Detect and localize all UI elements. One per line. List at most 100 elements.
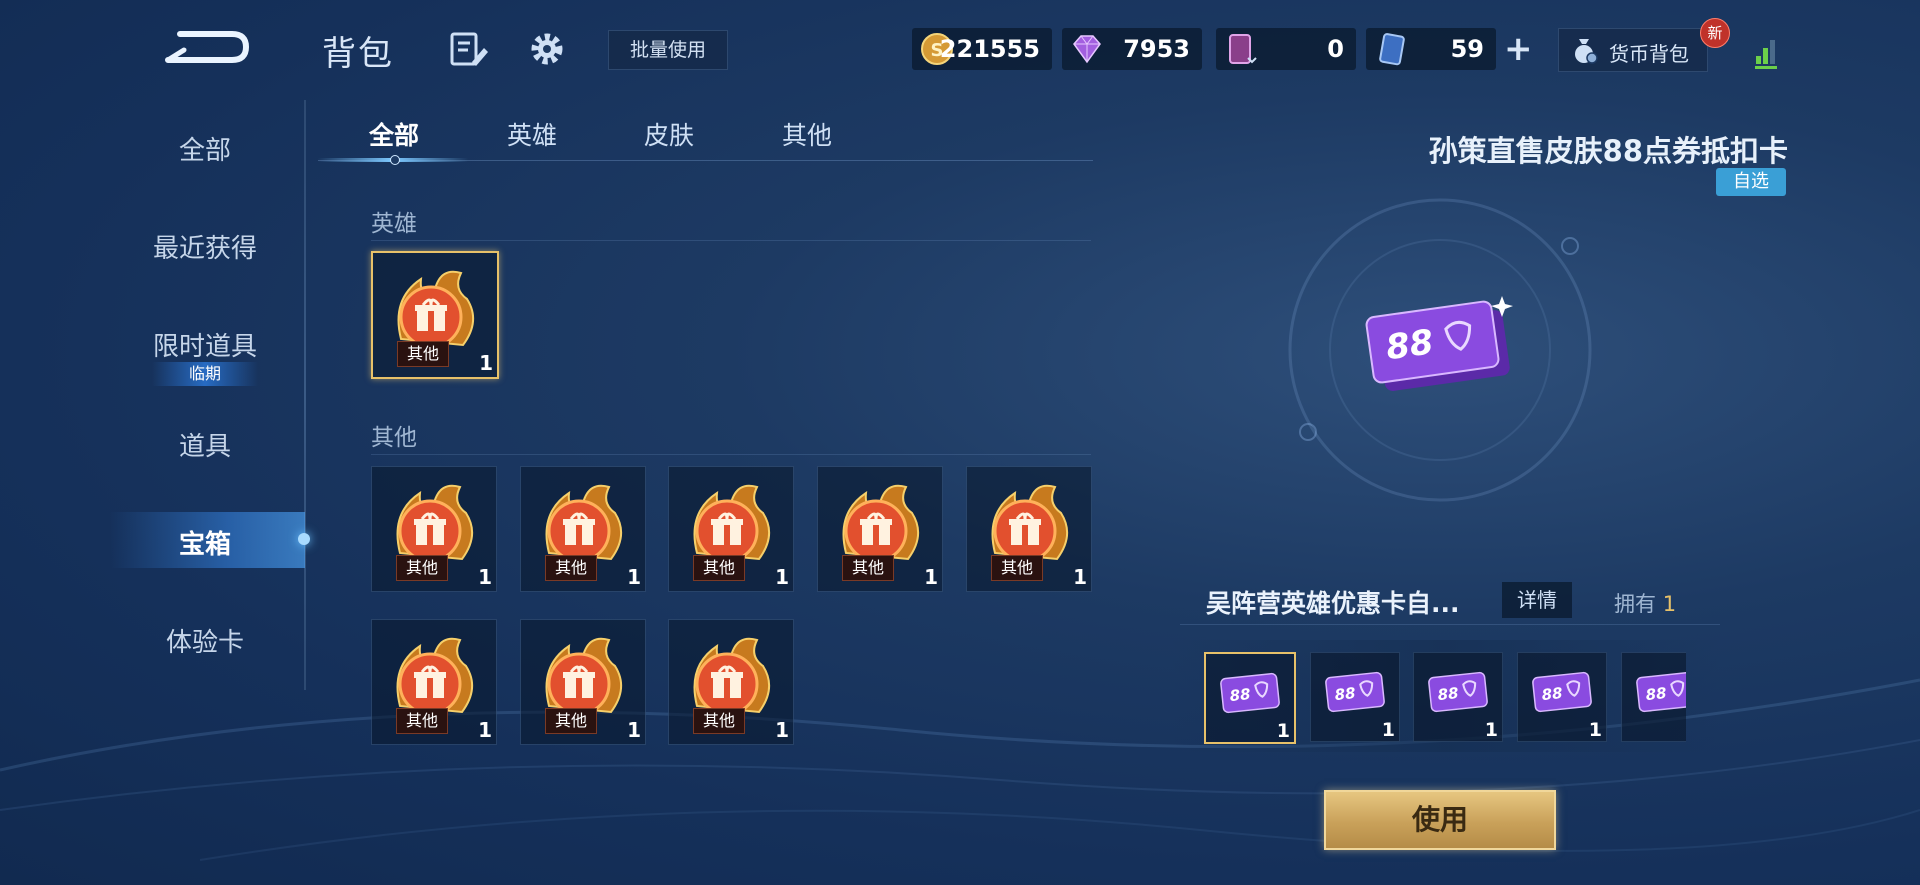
purple-card-amount: 0 [1327,35,1344,63]
voucher-count: 1 [1484,719,1498,741]
money-bag-icon [1575,39,1598,64]
purple-card-currency: 0 [1216,28,1356,70]
voucher-count: 1 [1276,720,1290,742]
gold-amount: 221555 [939,35,1040,63]
back-button[interactable] [160,22,256,72]
voucher-icon: 88 [1325,671,1385,713]
item-slot[interactable]: 其他 1 [371,619,497,745]
sidebar-divider [304,100,306,690]
gold-currency: S 221555 [912,28,1052,70]
voucher-icon: 88 [1636,671,1686,713]
self-select-tag: 自选 [1716,168,1786,196]
page-title: 背包 [322,34,394,74]
gear-icon [531,33,563,65]
blue-card-amount: 59 [1450,35,1484,63]
voucher-slot[interactable]: 88 1 [1204,652,1296,744]
diamond-currency: 7953 [1062,28,1202,70]
item-count: 1 [479,351,493,375]
item-category-tag: 其他 [396,708,448,734]
edit-icon [450,32,488,66]
item-slot[interactable]: 其他 1 [817,466,943,592]
tab-all[interactable]: 全部 [369,116,419,152]
item-category-tag: 其他 [396,555,448,581]
voucher-label: 88 [1437,684,1460,704]
item-category-tag: 其他 [545,708,597,734]
voucher-strip[interactable]: 88 1 88 1 88 1 88 1 88 [1204,640,1686,752]
voucher-label: 88 [1229,685,1252,705]
signal-status-icon [1755,40,1777,69]
voucher-large-label: 88 [1384,322,1436,368]
sidebar-item-chests[interactable]: 宝箱 [110,524,300,561]
details-button[interactable]: 详情 [1502,582,1572,618]
item-count: 1 [924,565,938,589]
item-count: 1 [627,565,641,589]
back-arrow-icon [165,31,250,63]
tab-active-pip [390,155,400,165]
item-count: 1 [775,718,789,742]
item-category-tag: 其他 [545,555,597,581]
currency-wallet-button[interactable]: 货币背包 [1558,28,1708,72]
batch-use-button[interactable]: 批量使用 [608,30,728,70]
purple-card-icon [1229,34,1257,64]
owned-label: 拥有 [1614,592,1656,616]
use-button[interactable]: 使用 [1324,790,1556,850]
edit-button[interactable] [448,30,490,70]
item-count: 1 [627,718,641,742]
owned-number: 1 [1662,592,1677,616]
selected-card-name: 吴阵营英雄优惠卡自... [1206,589,1460,618]
settings-button[interactable] [526,28,568,70]
item-detail-title: 孙策直售皮肤88点券抵扣卡 [1428,134,1788,168]
section-divider [371,454,1091,455]
voucher-label: 88 [1645,684,1668,704]
voucher-label: 88 [1541,684,1564,704]
voucher-count: 1 [1381,719,1395,741]
item-count: 1 [775,565,789,589]
tab-other[interactable]: 其他 [782,116,832,152]
item-slot[interactable]: 其他 1 [668,466,794,592]
item-count: 1 [478,718,492,742]
sidebar-item-all[interactable]: 全部 [110,130,300,167]
item-count: 1 [1073,565,1087,589]
voucher-icon: 88 [1220,672,1280,714]
blue-card-currency: 59 [1366,28,1496,70]
blue-card-icon [1379,33,1405,66]
add-currency-button[interactable]: + [1504,32,1533,66]
item-slot[interactable]: 其他 1 [668,619,794,745]
expiring-tag: 临期 [152,362,258,386]
item-slot[interactable]: 其他 1 [371,466,497,592]
detail-divider [1180,624,1720,625]
tab-skins[interactable]: 皮肤 [644,116,694,152]
section-divider [371,240,1091,241]
sidebar-item-props[interactable]: 道具 [110,426,300,463]
voucher-label: 88 [1334,684,1357,704]
section-title-other: 其他 [371,425,417,451]
voucher-large-image: 88 [1365,296,1513,391]
item-category-tag: 其他 [397,341,449,367]
diamond-icon [1073,35,1101,64]
voucher-slot[interactable]: 88 1 [1517,652,1607,742]
new-badge: 新 [1700,18,1730,48]
item-category-tag: 其他 [842,555,894,581]
voucher-icon: 88 [1428,671,1488,713]
voucher-slot[interactable]: 88 1 [1413,652,1503,742]
item-slot[interactable]: 其他 1 [520,466,646,592]
sidebar-item-trial-cards[interactable]: 体验卡 [110,622,300,659]
item-category-tag: 其他 [693,555,745,581]
item-count: 1 [478,565,492,589]
voucher-slot[interactable]: 88 1 [1310,652,1400,742]
diamond-amount: 7953 [1123,35,1190,63]
item-category-tag: 其他 [693,708,745,734]
section-title-heroes: 英雄 [371,211,417,237]
sidebar-item-limited[interactable]: 限时道具 [110,326,300,363]
sidebar-item-recent[interactable]: 最近获得 [110,228,300,265]
voucher-slot[interactable]: 88 [1621,652,1686,742]
item-slot[interactable]: 其他 1 [520,619,646,745]
wallet-label: 货币背包 [1609,42,1689,66]
voucher-icon: 88 [1532,671,1592,713]
item-slot[interactable]: 其他 1 [371,251,499,379]
owned-count: 拥有 1 [1614,588,1676,618]
voucher-count: 1 [1588,719,1602,741]
item-slot[interactable]: 其他 1 [966,466,1092,592]
tab-heroes[interactable]: 英雄 [507,116,557,152]
item-category-tag: 其他 [991,555,1043,581]
